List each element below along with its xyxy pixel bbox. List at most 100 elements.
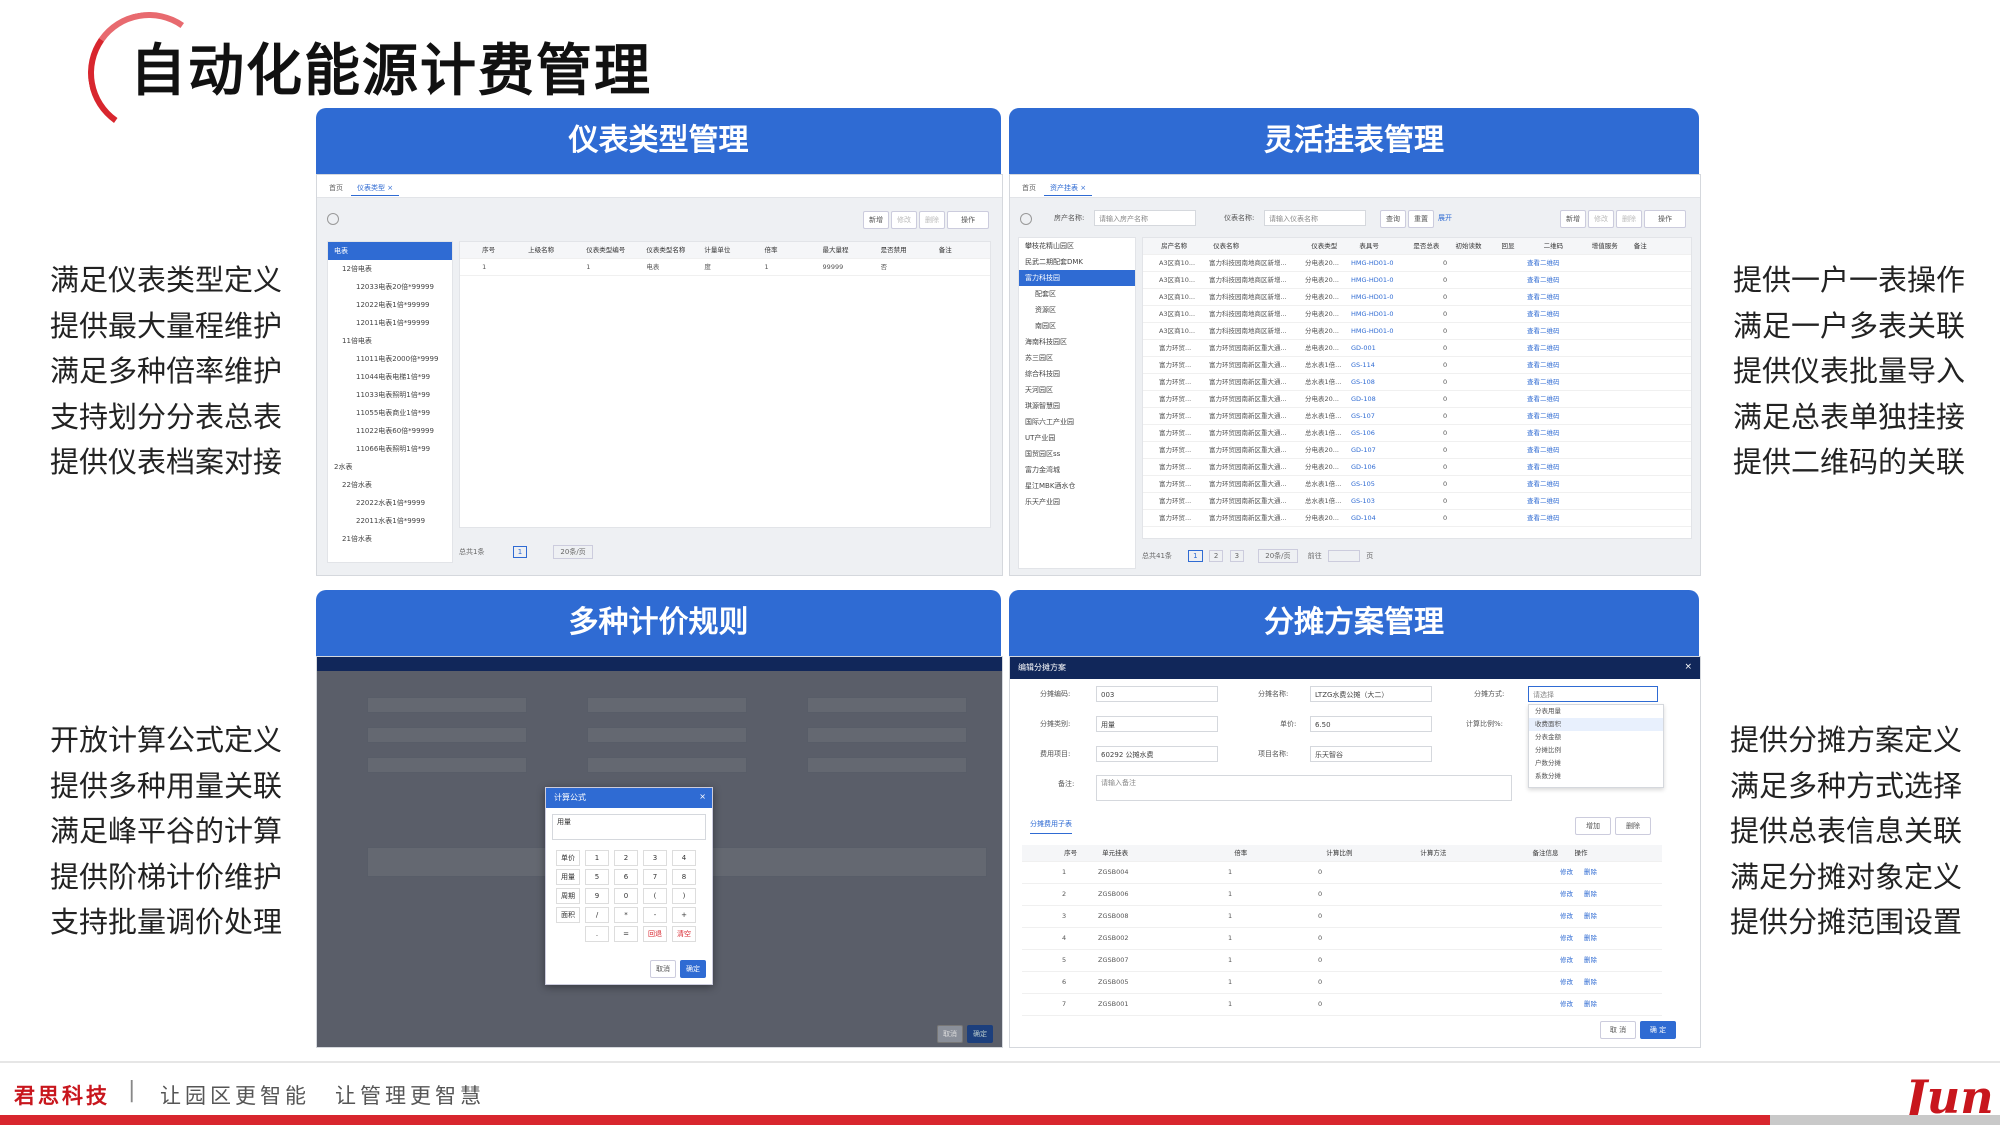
pager-size-select[interactable]: 20条/页 [1258,549,1298,563]
table-cell[interactable]: 查看二维码 [1527,374,1573,390]
tree-node[interactable]: 乐天产业园 [1019,494,1135,510]
expand-link[interactable]: 展开 [1438,209,1452,227]
edit-row-link[interactable]: 修改 [1560,906,1584,927]
tree-node[interactable]: 民武二期配套DMK [1019,254,1135,270]
tree-node[interactable]: 综合科技园 [1019,366,1135,382]
delete-row-link[interactable]: 删除 [1584,884,1608,905]
tree-node[interactable]: 11倍电表 [328,332,452,350]
table-cell[interactable]: 查看二维码 [1527,323,1573,339]
method-option[interactable]: 分摊比例 [1529,744,1663,757]
formula-key[interactable]: 面积 [556,907,580,923]
tree-node[interactable]: 11022电表60倍*99999 [328,422,452,440]
formula-key[interactable]: 3 [643,850,667,866]
meter-name-input[interactable]: 请输入仪表名称 [1264,210,1366,226]
tree-node[interactable]: 22022水表1倍*9999 [328,494,452,512]
tab-home[interactable]: 首页 [1016,181,1042,195]
edit-button[interactable]: 修改 [1588,210,1614,228]
delete-button[interactable]: 删除 [919,211,945,229]
tree-node[interactable]: 国际六工产业园 [1019,414,1135,430]
method-option[interactable]: 户数分摊 [1529,757,1663,770]
table-cell[interactable]: 查看二维码 [1527,408,1573,424]
table-row[interactable]: A3区商10... 富力科技园南地商区新增... 分电表20... HMG-HD01-… [1143,323,1691,340]
table-row[interactable]: 3 ZGSB008 1 0 修改 删除 [1022,906,1662,928]
formula-key[interactable]: 8 [672,869,696,885]
formula-key[interactable]: ) [672,888,696,904]
table-row[interactable]: 富力环贸... 富力环贸园南新区重大通... 总水表1倍... GS-106 0 查看二维… [1143,425,1691,442]
table-row[interactable]: 4 ZGSB002 1 0 修改 删除 [1022,928,1662,950]
method-option[interactable]: 分表用量 [1529,705,1663,718]
formula-key[interactable]: 单价 [556,850,580,866]
formula-key[interactable]: - [643,907,667,923]
table-row[interactable]: 1 ZGSB004 1 0 修改 删除 [1022,862,1662,884]
pager-page[interactable]: 3 [1229,550,1245,562]
table-row[interactable]: 1 1 电表 度 1 99999 否 [460,259,990,276]
tree-node[interactable]: 琪源智慧园 [1019,398,1135,414]
formula-input[interactable]: 用量 [552,814,706,840]
table-cell[interactable]: 查看二维码 [1527,255,1573,271]
tree-node[interactable]: 国贸园区ss [1019,446,1135,462]
add-button[interactable]: 新增 [863,211,889,229]
delete-row-link[interactable]: 删除 [1584,906,1608,927]
tree-node[interactable]: 12022电表1倍*99999 [328,296,452,314]
formula-key[interactable]: 7 [643,869,667,885]
table-row[interactable]: 6 ZGSB005 1 0 修改 删除 [1022,972,1662,994]
price-input[interactable]: 6.50 [1310,716,1432,732]
formula-key[interactable]: 6 [614,869,638,885]
formula-key[interactable]: 清空 [672,926,696,942]
table-row[interactable]: 富力环贸... 富力环贸园南新区重大通... 分电表20... GD-107 0 查看二维… [1143,442,1691,459]
table-cell[interactable]: 查看二维码 [1527,340,1573,356]
tab-meter-type[interactable]: 仪表类型 × [351,181,400,196]
formula-key[interactable]: ( [643,888,667,904]
table-cell[interactable]: 查看二维码 [1527,357,1573,373]
table-cell[interactable]: 查看二维码 [1527,425,1573,441]
tab-home[interactable]: 首页 [323,181,349,195]
tree-node[interactable]: 配套区 [1019,286,1135,302]
confirm-button[interactable]: 确 定 [1640,1021,1676,1039]
edit-row-link[interactable]: 修改 [1560,994,1584,1015]
formula-key[interactable]: = [614,926,638,942]
tree-node[interactable]: 11044电表电梯1倍*99 [328,368,452,386]
name-input[interactable]: LTZG水费公摊（大二） [1310,686,1432,702]
table-cell[interactable]: 查看二维码 [1527,272,1573,288]
method-option[interactable]: 分表金额 [1529,731,1663,744]
tree-node[interactable]: 南园区 [1019,318,1135,334]
tree-node[interactable]: 资源区 [1019,302,1135,318]
edit-row-link[interactable]: 修改 [1560,928,1584,949]
formula-key[interactable]: 1 [585,850,609,866]
formula-key[interactable]: . [585,926,609,942]
pager-page[interactable]: 1 [1188,550,1203,562]
close-icon[interactable]: × [1684,662,1692,672]
tab-allocation-subtable[interactable]: 分摊费用子表 [1030,815,1072,834]
formula-key[interactable]: + [672,907,696,923]
table-row[interactable]: A3区商10... 富力科技园南地商区新增... 分电表20... HMG-HD01-… [1143,289,1691,306]
operation-dropdown[interactable]: 操作 [947,211,989,229]
table-row[interactable]: 7 ZGSB001 1 0 修改 删除 [1022,994,1662,1016]
delete-row-link[interactable]: 删除 [1584,994,1608,1015]
tree-node[interactable]: 星江MBK酒水仓 [1019,478,1135,494]
type-select[interactable]: 用量 [1096,716,1218,732]
operation-dropdown[interactable]: 操作 [1644,210,1686,228]
tree-node[interactable]: 21倍水表 [328,530,452,548]
table-row[interactable]: 富力环贸... 富力环贸园南新区重大通... 总电表20... GD-001 0 查看二维… [1143,340,1691,357]
table-cell[interactable]: 查看二维码 [1527,493,1573,509]
table-row[interactable]: 富力环贸... 富力环贸园南新区重大通... 总水表1倍... GS-105 0 查看二维… [1143,476,1691,493]
formula-key[interactable]: 5 [585,869,609,885]
tree-node[interactable]: 海南科技园区 [1019,334,1135,350]
tree-node[interactable]: 11011电表2000倍*9999 [328,350,452,368]
table-row[interactable]: 5 ZGSB007 1 0 修改 删除 [1022,950,1662,972]
method-select[interactable]: 请选择 [1528,686,1658,702]
table-row[interactable]: 富力环贸... 富力环贸园南新区重大通... 分电表20... GD-104 0 查看二维… [1143,510,1691,527]
property-name-input[interactable]: 请输入房产名称 [1094,210,1196,226]
formula-key[interactable]: 4 [672,850,696,866]
delete-row-link[interactable]: 删除 [1584,928,1608,949]
close-icon[interactable]: × [699,792,706,801]
table-cell[interactable]: 查看二维码 [1527,510,1573,526]
pager-page[interactable]: 1 [512,546,528,558]
tree-node[interactable]: 富力科技园 [1019,270,1135,286]
formula-key[interactable]: 0 [614,888,638,904]
tree-node[interactable]: 12011电表1倍*99999 [328,314,452,332]
edit-row-link[interactable]: 修改 [1560,884,1584,905]
table-row[interactable]: A3区商10... 富力科技园南地商区新增... 分电表20... HMG-HD01-… [1143,306,1691,323]
table-row[interactable]: 2 ZGSB006 1 0 修改 删除 [1022,884,1662,906]
note-textarea[interactable]: 请输入备注 [1096,775,1512,801]
